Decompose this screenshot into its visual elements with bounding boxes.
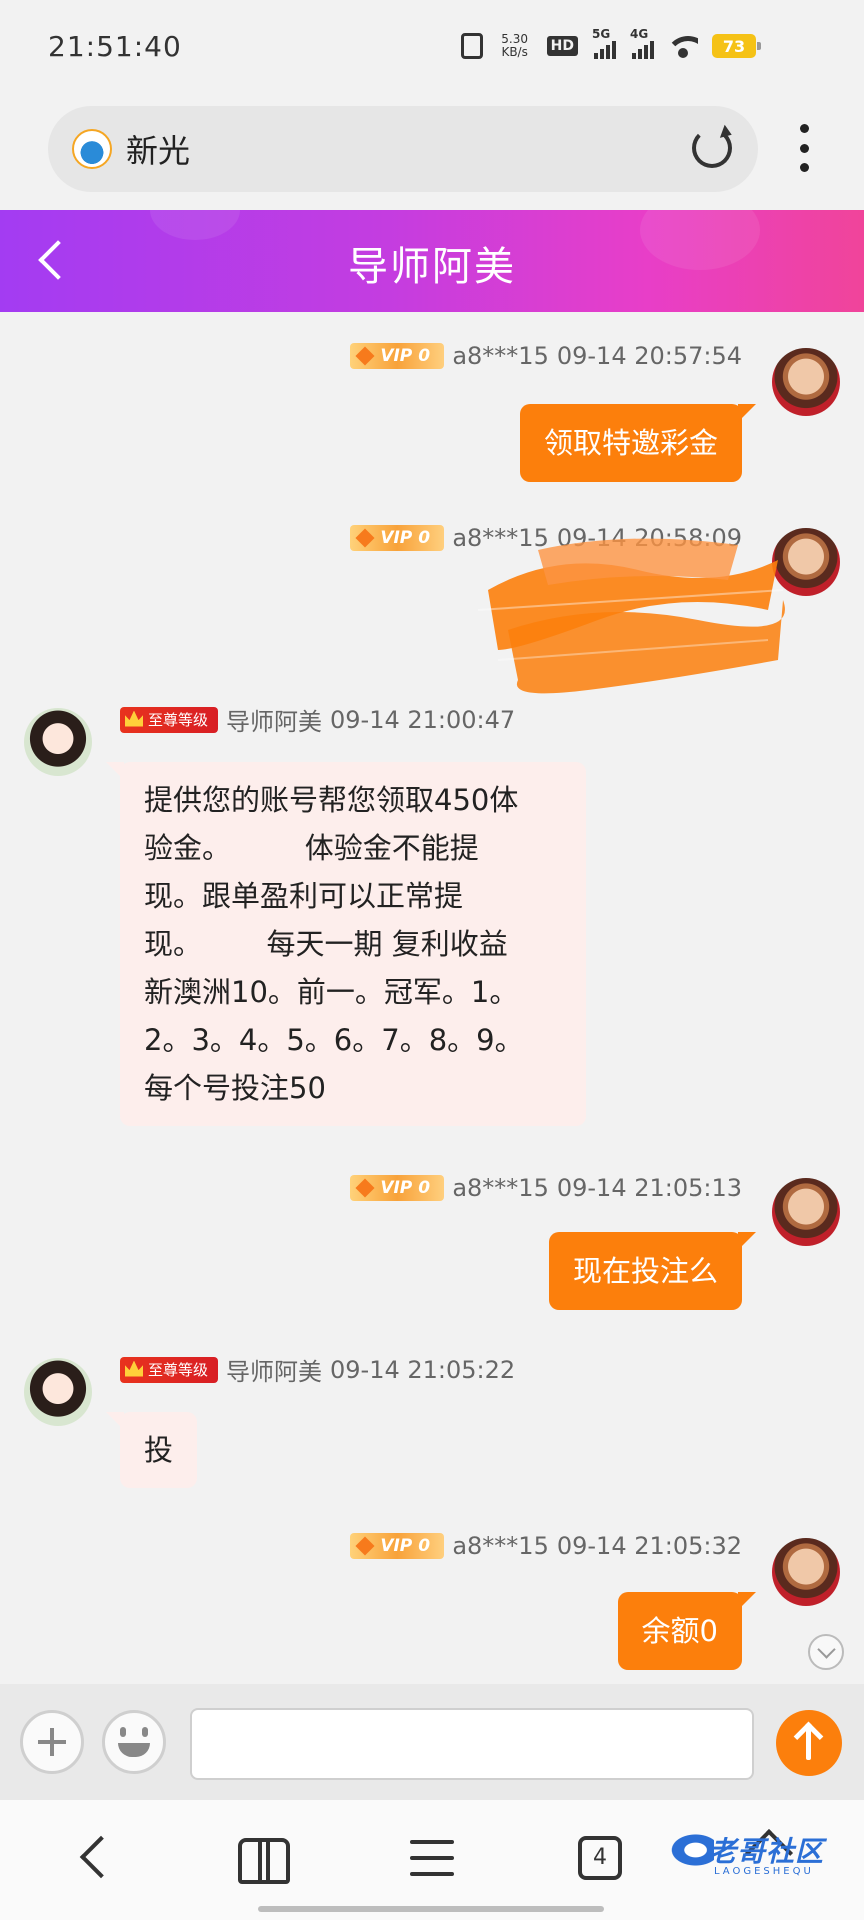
reload-icon[interactable] [692,128,732,168]
user-avatar[interactable] [772,1178,840,1246]
watermark-logo: 老哥社区 LAOGESHEQU [668,1826,854,1882]
status-time: 21:51:40 [48,30,182,63]
message-meta: VIP 0 a8***15 09-14 21:05:32 [350,1532,742,1560]
wifi-icon [668,34,698,58]
site-logo-icon [72,129,112,169]
vip-badge: VIP 0 [350,525,445,551]
mentor-avatar[interactable] [24,1358,92,1426]
sender-name: 导师阿美 [226,1358,322,1386]
signal-4g-icon: 4G [630,27,654,59]
user-avatar[interactable] [772,348,840,416]
vip-badge: VIP 0 [350,343,445,369]
rank-badge: 至尊等级 [120,706,218,733]
message-input[interactable] [190,1708,754,1780]
battery-icon: 73 [712,34,761,58]
redaction-scribble [478,538,785,694]
emoji-icon[interactable] [102,1710,166,1774]
watermark-text: 老哥社区 [708,1835,825,1868]
user-avatar[interactable] [772,1538,840,1606]
message-meta: 至尊等级 导师阿美 09-14 21:00:47 [120,702,515,737]
message-bubble: 现在投注么 [548,1232,757,1310]
vip-badge: VIP 0 [350,1175,445,1201]
message-bubble: 投 [105,1412,198,1488]
sender-name: a8***15 [452,1532,549,1560]
hd-icon: HD [546,32,578,60]
message-input-bar [0,1684,864,1800]
message-bubble: 余额0 [617,1592,757,1670]
message-bubble: 领取特邀彩金 [519,404,757,482]
message-line: 验金。 体验金不能提 [144,831,479,865]
address-bar[interactable]: 新光 [48,106,758,192]
rank-badge: 至尊等级 [120,1356,218,1383]
message-time: 09-14 21:05:32 [556,1532,742,1560]
bookmarks-icon[interactable] [238,1838,290,1884]
message-line: 现。跟单盈利可以正常提 [144,879,464,913]
message-line: 2。3。4。5。6。7。8。9。 [144,1023,524,1057]
scroll-to-bottom-icon[interactable] [808,1634,844,1670]
watermark-subtext: LAOGESHEQU [714,1866,814,1877]
message-line: 提供您的账号帮您领取450体 [144,783,519,817]
message-time: 09-14 20:57:54 [556,342,742,370]
tabs-count-button[interactable]: 4 [578,1836,622,1880]
network-speed: 5.30 KB/s [501,32,529,59]
message-time: 09-14 21:05:13 [556,1174,742,1202]
send-button[interactable] [776,1710,842,1776]
message-line: 每个号投注50 [144,1071,326,1105]
sender-name: a8***15 [452,1174,549,1202]
site-name: 新光 [126,132,191,170]
message-meta: 至尊等级 导师阿美 09-14 21:05:22 [120,1352,515,1387]
message-line: 现。 每天一期 复利收益 [144,927,508,961]
message-time: 09-14 21:05:22 [330,1355,516,1384]
message-meta: VIP 0 a8***15 09-14 21:05:13 [350,1174,742,1202]
message-time: 09-14 21:00:47 [330,705,516,734]
menu-icon[interactable] [410,1840,454,1876]
plus-icon[interactable] [20,1710,84,1774]
vibrate-icon [460,32,483,60]
vip-badge: VIP 0 [350,1533,445,1559]
sender-name: a8***15 [452,342,549,370]
status-icons: 5.30 KB/s HD 5G 4G 73 [460,27,761,60]
message-meta: VIP 0 a8***15 09-14 20:57:54 [350,342,742,370]
chat-header: 导师阿美 [0,210,864,312]
more-menu-icon[interactable] [798,124,810,172]
message-bubble: 提供您的账号帮您领取450体 验金。 体验金不能提 现。跟单盈利可以正常提 现。… [106,762,586,1126]
home-indicator[interactable] [258,1906,604,1912]
signal-5g-icon: 5G [592,27,616,59]
chat-title: 导师阿美 [348,244,516,290]
sender-name: 导师阿美 [226,708,322,736]
status-bar: 21:51:40 5.30 KB/s HD 5G 4G 73 [0,0,864,96]
nav-back-icon[interactable] [79,1835,123,1879]
chat-messages[interactable]: VIP 0 a8***15 09-14 20:57:54 领取特邀彩金 VIP … [0,312,864,1684]
message-line: 新澳洲10。前一。冠军。1。 [144,975,519,1009]
mentor-avatar[interactable] [24,708,92,776]
